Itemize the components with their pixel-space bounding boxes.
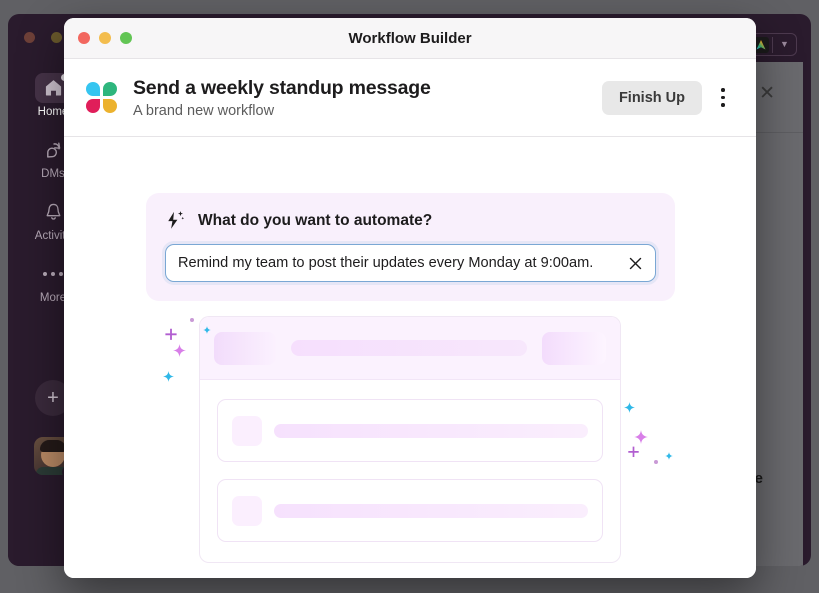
header-actions: Finish Up bbox=[601, 80, 738, 115]
ai-assistant-button[interactable]: ▼ bbox=[749, 33, 797, 56]
avatar-hair bbox=[40, 440, 66, 452]
skeleton-chip bbox=[542, 331, 606, 365]
screen: ▼ ✕ ne bbox=[0, 0, 819, 593]
slack-logo-green bbox=[103, 82, 117, 96]
workflow-builder-modal: Workflow Builder Send a weekly standup m… bbox=[64, 18, 756, 578]
dot bbox=[51, 271, 55, 276]
prompt-input-wrapper[interactable] bbox=[165, 244, 656, 282]
panel-close-icon[interactable]: ✕ bbox=[759, 84, 775, 103]
more-options-icon[interactable] bbox=[708, 81, 738, 115]
skeleton-chip bbox=[214, 331, 276, 365]
modal-titlebar: Workflow Builder bbox=[64, 18, 756, 59]
dot bbox=[721, 88, 725, 92]
sparkle-plus-icon bbox=[164, 328, 178, 342]
dot bbox=[43, 271, 47, 276]
skeleton-header bbox=[200, 317, 620, 380]
skeleton-bar bbox=[274, 423, 588, 438]
dot bbox=[59, 271, 63, 276]
automate-prompt-card: What do you want to automate? bbox=[146, 193, 675, 301]
dot bbox=[721, 103, 725, 107]
sparkle-plus-icon bbox=[627, 446, 640, 459]
modal-traffic-lights[interactable] bbox=[78, 32, 132, 44]
chevron-down-icon[interactable]: ▼ bbox=[773, 40, 796, 49]
slack-logo-cyan bbox=[86, 82, 100, 96]
prompt-label: What do you want to automate? bbox=[198, 211, 433, 229]
minimize-window-button[interactable] bbox=[99, 32, 111, 44]
minimize-window-button[interactable] bbox=[51, 32, 62, 43]
sparkle-star-icon bbox=[634, 430, 648, 444]
skeleton-step-icon bbox=[232, 415, 262, 446]
finish-up-button[interactable]: Finish Up bbox=[601, 80, 702, 115]
skeleton-step-row bbox=[217, 479, 603, 542]
zoom-window-button[interactable] bbox=[120, 32, 132, 44]
sparkle-star-icon bbox=[665, 452, 673, 460]
sparkle-dot-icon bbox=[190, 318, 194, 322]
close-window-button[interactable] bbox=[24, 32, 35, 43]
skeleton-step-row bbox=[217, 399, 603, 462]
page-subtitle: A brand new workflow bbox=[133, 102, 275, 119]
sidebar-item-label: More bbox=[39, 291, 67, 304]
slack-logo-yellow bbox=[103, 99, 117, 113]
sparkle-dot-icon bbox=[654, 460, 658, 464]
modal-body: What do you want to automate? bbox=[64, 137, 756, 578]
workflow-header: Send a weekly standup message A brand ne… bbox=[64, 59, 756, 137]
close-window-button[interactable] bbox=[78, 32, 90, 44]
skeleton-bar bbox=[274, 503, 588, 518]
sidebar-item-label: DMs bbox=[41, 167, 65, 180]
prompt-input[interactable] bbox=[178, 255, 615, 271]
sparkle-star-icon bbox=[203, 326, 211, 334]
skeleton-bar bbox=[291, 340, 527, 356]
skeleton-step-icon bbox=[232, 495, 262, 526]
workflow-preview-skeleton bbox=[200, 317, 620, 562]
sparkle-star-icon bbox=[173, 344, 186, 357]
workflow-header-text: Send a weekly standup message A brand ne… bbox=[133, 77, 431, 119]
page-title: Send a weekly standup message bbox=[133, 76, 431, 99]
magic-bolt-icon bbox=[165, 210, 186, 231]
dot bbox=[721, 95, 725, 100]
clear-prompt-icon[interactable] bbox=[625, 253, 645, 273]
sparkle-star-icon bbox=[624, 402, 635, 413]
slack-logo-red bbox=[86, 99, 100, 113]
window-title: Workflow Builder bbox=[348, 29, 472, 47]
sparkle-star-icon bbox=[163, 371, 174, 382]
slack-logo bbox=[86, 82, 117, 113]
plus-icon: + bbox=[47, 386, 59, 409]
prompt-header: What do you want to automate? bbox=[165, 210, 656, 231]
